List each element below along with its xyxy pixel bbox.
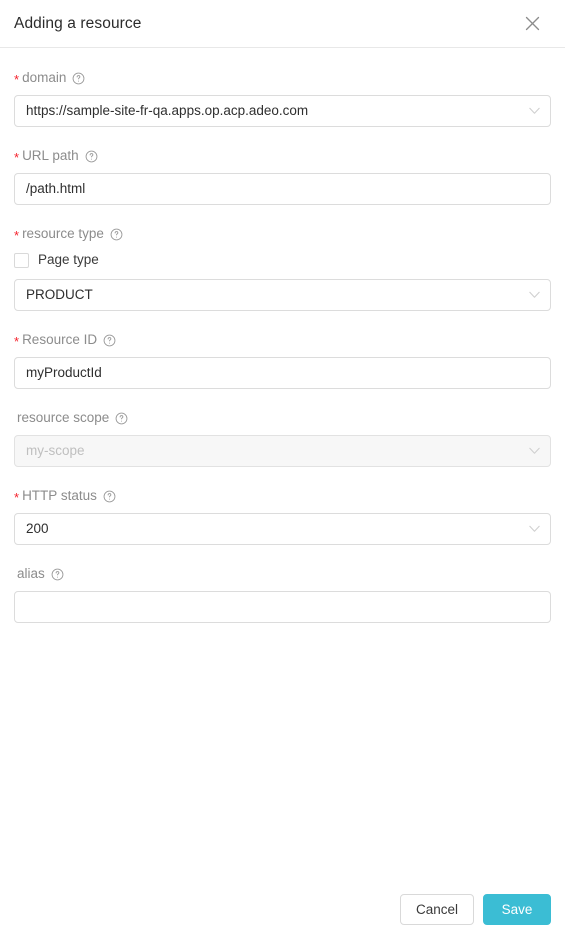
label-text: HTTP status xyxy=(22,488,97,503)
resource-scope-select: my-scope xyxy=(14,435,551,467)
question-circle-icon[interactable] xyxy=(103,490,116,503)
question-circle-icon[interactable] xyxy=(103,334,116,347)
field-resource-scope-label: resource scope xyxy=(14,410,551,426)
required-marker: * xyxy=(14,227,20,243)
label-text: URL path xyxy=(22,148,79,163)
required-marker: * xyxy=(14,489,20,505)
add-resource-dialog: Adding a resource * domain https://sampl… xyxy=(0,0,565,939)
domain-select[interactable]: https://sample-site-fr-qa.apps.op.acp.ad… xyxy=(14,95,551,127)
field-domain-label: * domain xyxy=(14,70,551,86)
alias-input[interactable] xyxy=(14,591,551,623)
dialog-title: Adding a resource xyxy=(14,14,142,32)
label-text: resource type xyxy=(22,226,104,241)
question-circle-icon[interactable] xyxy=(51,568,64,581)
resource-type-select[interactable]: PRODUCT xyxy=(14,279,551,311)
dialog-body: * domain https://sample-site-fr-qa.apps.… xyxy=(0,48,565,894)
domain-value: https://sample-site-fr-qa.apps.op.acp.ad… xyxy=(26,103,309,118)
field-resource-scope: resource scope my-scope xyxy=(14,410,551,467)
dialog-header: Adding a resource xyxy=(0,0,565,48)
label-text: Resource ID xyxy=(22,332,98,347)
resource-scope-placeholder: my-scope xyxy=(26,443,85,458)
field-http-status: * HTTP status 200 xyxy=(14,488,551,545)
label-text: alias xyxy=(17,566,45,581)
cancel-button[interactable]: Cancel xyxy=(399,894,474,925)
url-path-input[interactable]: /path.html xyxy=(14,173,551,205)
save-button[interactable]: Save xyxy=(483,894,551,925)
question-circle-icon[interactable] xyxy=(115,412,128,425)
http-status-select[interactable]: 200 xyxy=(14,513,551,545)
field-resource-type: * resource type Page type PRODUCT xyxy=(14,226,551,311)
field-resource-id: * Resource ID myProductId xyxy=(14,332,551,389)
required-marker: * xyxy=(14,71,20,87)
dialog-footer: Cancel Save xyxy=(0,894,565,939)
label-text: resource scope xyxy=(17,410,110,425)
url-path-value: /path.html xyxy=(26,181,86,196)
checkbox-box-icon xyxy=(14,252,29,268)
http-status-value: 200 xyxy=(26,521,49,536)
resource-id-value: myProductId xyxy=(26,365,102,380)
field-alias: alias xyxy=(14,566,551,623)
required-marker: * xyxy=(14,333,20,349)
question-circle-icon[interactable] xyxy=(110,228,123,241)
chevron-down-icon xyxy=(529,107,540,115)
resource-type-value: PRODUCT xyxy=(26,287,93,302)
field-domain: * domain https://sample-site-fr-qa.apps.… xyxy=(14,70,551,127)
page-type-checkbox-label: Page type xyxy=(38,252,99,267)
field-alias-label: alias xyxy=(14,566,551,582)
field-url-path-label: * URL path xyxy=(14,148,551,164)
field-http-status-label: * HTTP status xyxy=(14,488,551,504)
field-resource-type-label: * resource type xyxy=(14,226,551,242)
chevron-down-icon xyxy=(529,447,540,455)
question-circle-icon[interactable] xyxy=(72,72,85,85)
chevron-down-icon xyxy=(529,525,540,533)
resource-id-input[interactable]: myProductId xyxy=(14,357,551,389)
label-text: domain xyxy=(22,70,67,85)
field-url-path: * URL path /path.html xyxy=(14,148,551,205)
chevron-down-icon xyxy=(529,291,540,299)
page-type-checkbox[interactable]: Page type xyxy=(14,251,551,269)
required-marker: * xyxy=(14,149,20,165)
field-resource-id-label: * Resource ID xyxy=(14,332,551,348)
question-circle-icon[interactable] xyxy=(85,150,98,163)
close-icon[interactable] xyxy=(521,13,543,35)
